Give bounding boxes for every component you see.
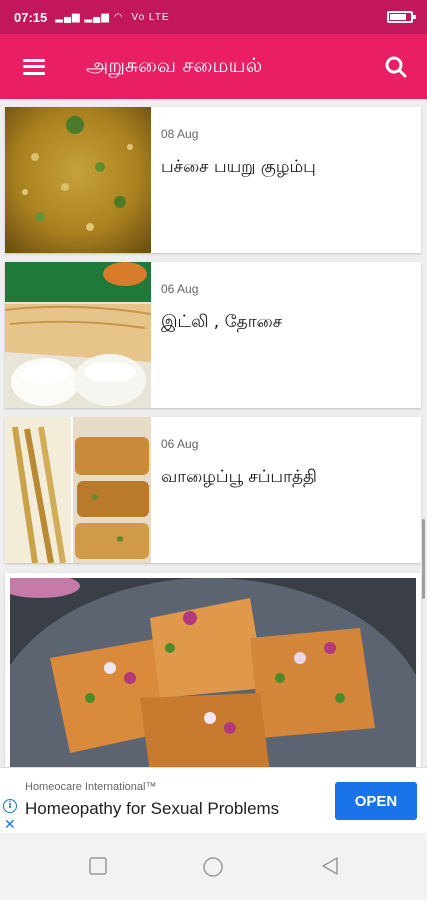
recipe-date: 08 Aug (161, 127, 199, 141)
ad-close-icon[interactable]: ✕ (4, 816, 16, 833)
recipe-image (0, 574, 427, 767)
recipe-title: பச்சை பயறு குழம்பு (161, 157, 316, 177)
recipe-thumbnail (5, 417, 151, 563)
search-icon (385, 56, 407, 77)
recipe-thumbnail (5, 262, 151, 408)
recipe-card-featured[interactable] (0, 573, 427, 767)
home-button-icon[interactable] (202, 856, 224, 878)
status-bar: 07:15 ▂▄▆ ▂▄▆ ◠ Vo LTE (0, 0, 427, 34)
recipe-card[interactable]: 08 Aug பச்சை பயறு குழம்பு (5, 107, 421, 253)
back-button-icon[interactable] (320, 856, 340, 876)
recipe-date: 06 Aug (161, 282, 199, 296)
search-button[interactable] (365, 34, 427, 99)
ad-headline[interactable]: Homeopathy for Sexual Problems (25, 799, 279, 819)
ad-banner[interactable]: i ✕ Homeocare International™ Homeopathy … (0, 767, 427, 833)
volte-label: Vo LTE (131, 11, 170, 23)
recipe-title: வாழைப்பூ சப்பாத்தி (161, 467, 317, 487)
battery-icon (387, 11, 416, 23)
recipe-card[interactable]: 06 Aug வாழைப்பூ சப்பாத்தி (5, 417, 421, 563)
app-title: அறுசுவை சமையல் (86, 53, 263, 77)
ad-open-button[interactable]: OPEN (335, 782, 417, 820)
system-nav-bar (0, 833, 427, 900)
scrollbar[interactable] (422, 519, 425, 599)
menu-button[interactable] (0, 34, 68, 99)
ad-info-icon[interactable]: i (3, 799, 17, 813)
status-time: 07:15 (14, 9, 48, 25)
recents-button-icon[interactable] (88, 856, 108, 876)
hamburger-menu-icon (23, 58, 45, 75)
app-bar: அறுசுவை சமையல் (0, 34, 427, 99)
recipe-title: இட்லி , தோசை (161, 312, 283, 332)
signal-icon: ▂▄▆ ▂▄▆ ◠ (55, 11, 124, 23)
recipe-thumbnail (5, 107, 151, 253)
recipe-date: 06 Aug (161, 437, 199, 451)
ad-advertiser: Homeocare International™ (25, 781, 157, 793)
recipe-list[interactable]: 08 Aug பச்சை பயறு குழம்பு 06 Aug இட்லி ,… (0, 99, 427, 767)
recipe-card[interactable]: 06 Aug இட்லி , தோசை (5, 262, 421, 408)
